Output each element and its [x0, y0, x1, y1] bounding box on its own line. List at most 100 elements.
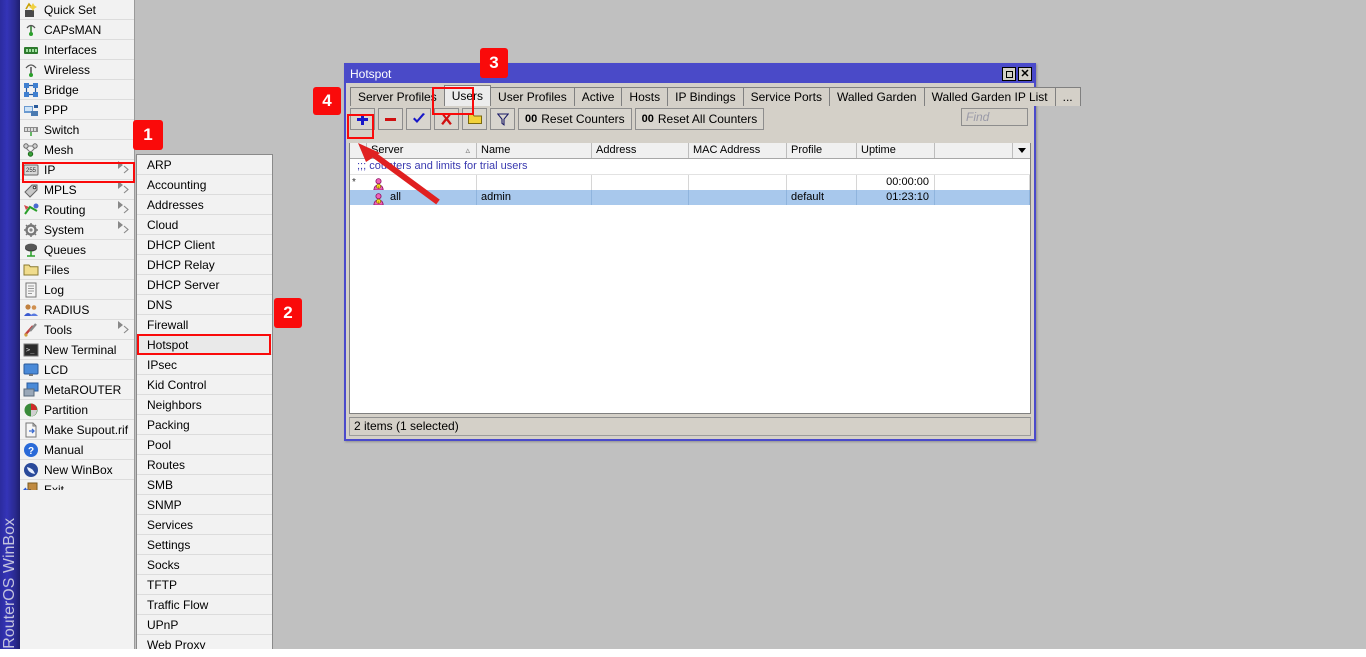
- table-header-profile[interactable]: Profile: [787, 143, 857, 158]
- sidebar-item-files[interactable]: Files: [20, 260, 134, 280]
- sidebar-item-wireless[interactable]: Wireless: [20, 60, 134, 80]
- sidebar-item-routing[interactable]: Routing: [20, 200, 134, 220]
- ip-submenu-item-firewall[interactable]: Firewall: [137, 315, 272, 335]
- close-icon[interactable]: ✕: [1018, 67, 1032, 81]
- sidebar-item-make-supout-rif[interactable]: Make Supout.rif: [20, 420, 134, 440]
- ip-submenu-item-ipsec[interactable]: IPsec: [137, 355, 272, 375]
- table-header-address[interactable]: Address: [592, 143, 689, 158]
- sidebar-item-new-winbox[interactable]: New WinBox: [20, 460, 134, 480]
- status-bar: 2 items (1 selected): [349, 417, 1031, 436]
- ppp-icon: [23, 102, 39, 118]
- table-header-blank[interactable]: [935, 143, 1013, 158]
- comment-button[interactable]: [462, 108, 487, 130]
- tab-users[interactable]: Users: [444, 85, 491, 106]
- add-button[interactable]: [350, 108, 375, 130]
- ip-submenu-item-dhcp-relay[interactable]: DHCP Relay: [137, 255, 272, 275]
- sidebar-item-lcd[interactable]: LCD: [20, 360, 134, 380]
- ip-submenu-item-arp[interactable]: ARP: [137, 155, 272, 175]
- sidebar-item-manual[interactable]: ?Manual: [20, 440, 134, 460]
- ip-submenu-item-pool[interactable]: Pool: [137, 435, 272, 455]
- tab-active[interactable]: Active: [574, 87, 623, 106]
- sidebar-item-bridge[interactable]: Bridge: [20, 80, 134, 100]
- find-input[interactable]: Find: [961, 108, 1028, 126]
- sidebar-item-label: Files: [44, 263, 69, 277]
- main-menu: Quick Set CAPsMAN InterfacesWirelessBridge…: [20, 0, 135, 490]
- ip-submenu-item-cloud[interactable]: Cloud: [137, 215, 272, 235]
- sidebar-item-queues[interactable]: Queues: [20, 240, 134, 260]
- reset-counters-label: Reset Counters: [541, 112, 624, 126]
- ip-submenu-item-dhcp-client[interactable]: DHCP Client: [137, 235, 272, 255]
- ip-icon: 255: [23, 162, 39, 178]
- chevron-right-icon: [123, 205, 129, 213]
- table-header-uptime[interactable]: Uptime: [857, 143, 935, 158]
- tab-service-ports[interactable]: Service Ports: [743, 87, 830, 106]
- hotspot-window-title: Hotspot: [350, 65, 1000, 83]
- sidebar-item-capsman[interactable]: CAPsMAN: [20, 20, 134, 40]
- ip-submenu-item-socks[interactable]: Socks: [137, 555, 272, 575]
- tab-user-profiles[interactable]: User Profiles: [490, 87, 575, 106]
- sidebar-item-switch[interactable]: Switch: [20, 120, 134, 140]
- ip-submenu-item-traffic-flow[interactable]: Traffic Flow: [137, 595, 272, 615]
- sidebar-item-mpls[interactable]: MPLS: [20, 180, 134, 200]
- sidebar-item-label: RADIUS: [44, 303, 89, 317]
- column-chooser-button[interactable]: [1013, 143, 1030, 158]
- sidebar-item-quick-set[interactable]: Quick Set: [20, 0, 134, 20]
- disable-button[interactable]: [434, 108, 459, 130]
- remove-button[interactable]: [378, 108, 403, 130]
- sidebar-item-metarouter[interactable]: MetaROUTER: [20, 380, 134, 400]
- cell-profile: default: [787, 190, 857, 205]
- sidebar-item-label: New Terminal: [44, 343, 116, 357]
- ip-submenu-item-hotspot[interactable]: Hotspot: [137, 335, 272, 355]
- sidebar-item-ppp[interactable]: PPP: [20, 100, 134, 120]
- tab-walled-garden[interactable]: Walled Garden: [829, 87, 925, 106]
- sidebar-item-label: CAPsMAN: [44, 23, 101, 37]
- table-header-mac-address[interactable]: MAC Address: [689, 143, 787, 158]
- ip-submenu-item-dhcp-server[interactable]: DHCP Server: [137, 275, 272, 295]
- sidebar-item-label: Mesh: [44, 143, 73, 157]
- tab-hosts[interactable]: Hosts: [621, 87, 668, 106]
- sidebar-item-interfaces[interactable]: Interfaces: [20, 40, 134, 60]
- ip-submenu-item-neighbors[interactable]: Neighbors: [137, 395, 272, 415]
- ip-submenu-item-accounting[interactable]: Accounting: [137, 175, 272, 195]
- ip-submenu-item-services[interactable]: Services: [137, 515, 272, 535]
- ip-submenu-item-addresses[interactable]: Addresses: [137, 195, 272, 215]
- mesh-icon: [23, 142, 39, 158]
- sidebar-item-label: Queues: [44, 243, 86, 257]
- tools-icon: [23, 322, 39, 338]
- sidebar-item-ip[interactable]: 255IP: [20, 160, 134, 180]
- ip-submenu-item-upnp[interactable]: UPnP: [137, 615, 272, 635]
- ip-submenu-item-snmp[interactable]: SNMP: [137, 495, 272, 515]
- maximize-icon[interactable]: [1002, 67, 1016, 81]
- ip-submenu-item-routes[interactable]: Routes: [137, 455, 272, 475]
- sort-ascending-icon: ▵: [465, 143, 470, 158]
- ip-submenu-item-smb[interactable]: SMB: [137, 475, 272, 495]
- sidebar-item-log[interactable]: Log: [20, 280, 134, 300]
- reset-counters-button[interactable]: 00 Reset Counters: [518, 108, 632, 130]
- ip-submenu-item-settings[interactable]: Settings: [137, 535, 272, 555]
- tab-walled-garden-ip-list[interactable]: Walled Garden IP List: [924, 87, 1056, 106]
- ip-submenu-item-dns[interactable]: DNS: [137, 295, 272, 315]
- sidebar-item-new-terminal[interactable]: >_New Terminal: [20, 340, 134, 360]
- cell-name: [477, 175, 592, 190]
- enable-button[interactable]: [406, 108, 431, 130]
- sidebar-item-tools[interactable]: Tools: [20, 320, 134, 340]
- cell-profile: [787, 175, 857, 190]
- sidebar-item-label: LCD: [44, 363, 68, 377]
- ip-submenu-item-packing[interactable]: Packing: [137, 415, 272, 435]
- sidebar-item-radius[interactable]: RADIUS: [20, 300, 134, 320]
- svg-text:255: 255: [26, 168, 37, 174]
- tab-server-profiles[interactable]: Server Profiles: [350, 87, 445, 106]
- sidebar-item-system[interactable]: System: [20, 220, 134, 240]
- sidebar-item-partition[interactable]: Partition: [20, 400, 134, 420]
- reset-all-counters-button[interactable]: 00 Reset All Counters: [635, 108, 765, 130]
- routing-icon: [23, 202, 39, 218]
- tab-[interactable]: ...: [1055, 87, 1081, 106]
- hotspot-titlebar[interactable]: Hotspot ✕: [346, 65, 1034, 83]
- filter-button[interactable]: [490, 108, 515, 130]
- sidebar-item-label: MetaROUTER: [44, 383, 121, 397]
- ip-submenu-item-tftp[interactable]: TFTP: [137, 575, 272, 595]
- tab-ip-bindings[interactable]: IP Bindings: [667, 87, 744, 106]
- sidebar-item-mesh[interactable]: Mesh: [20, 140, 134, 160]
- table-header-name[interactable]: Name: [477, 143, 592, 158]
- ip-submenu-item-kid-control[interactable]: Kid Control: [137, 375, 272, 395]
